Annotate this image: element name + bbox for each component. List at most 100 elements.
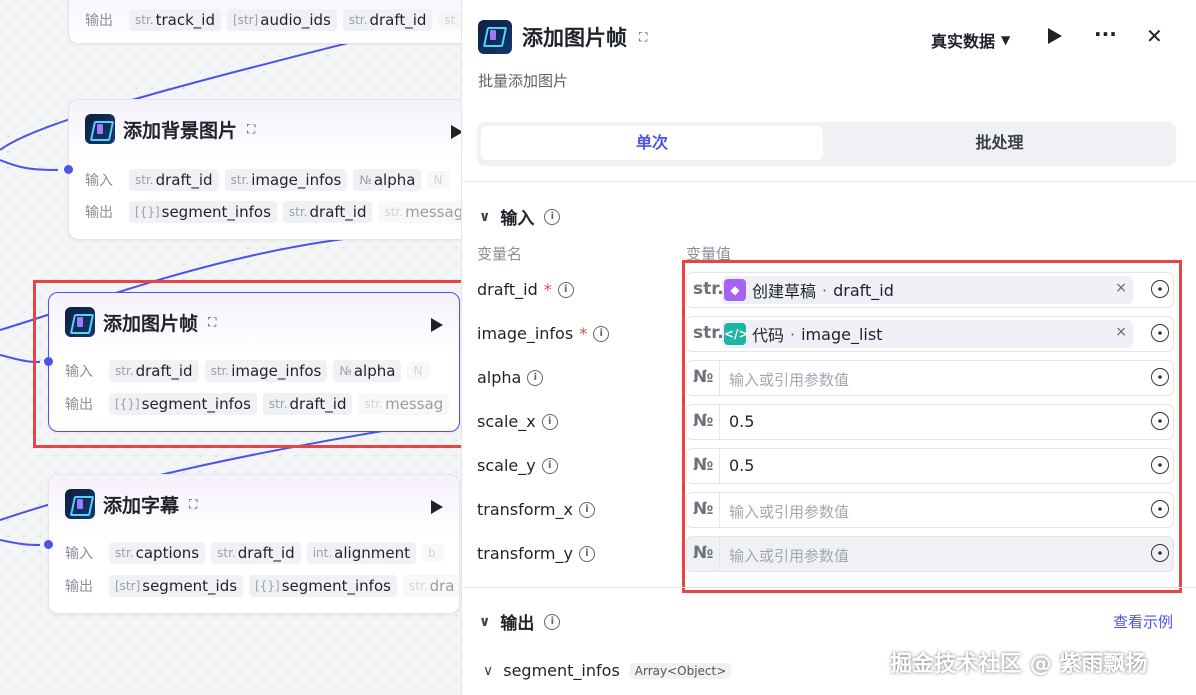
param-field-transform_x[interactable]: № 输入或引用参数值 bbox=[686, 492, 1174, 528]
param-input-placeholder[interactable]: 输入或引用参数值 bbox=[729, 501, 849, 522]
clear-icon[interactable]: × bbox=[1115, 280, 1127, 296]
input-tag: N bbox=[407, 362, 431, 380]
input-tag: int. alignment bbox=[306, 542, 416, 564]
panel-title: 添加图片帧 bbox=[522, 26, 627, 50]
node-previous[interactable]: 输出 str. track_id [str] audio_ids str. draft… bbox=[68, 0, 470, 44]
more-icon[interactable]: ··· bbox=[1094, 22, 1117, 46]
input-tag: № alpha bbox=[333, 360, 402, 382]
debug-icon[interactable]: ⛶ bbox=[247, 122, 255, 137]
input-port[interactable] bbox=[64, 165, 73, 174]
param-label: transform_x i bbox=[477, 500, 595, 519]
param-field-alpha[interactable]: № 输入或引用参数值 bbox=[686, 360, 1174, 396]
param-label: draft_id * i bbox=[477, 280, 574, 299]
tab-batch[interactable]: 批处理 bbox=[827, 126, 1172, 160]
input-section-header[interactable]: ∨ 输入 i bbox=[479, 204, 561, 229]
output-tag: [{}] segment_infos bbox=[129, 201, 277, 223]
param-input-placeholder[interactable]: 输入或引用参数值 bbox=[729, 369, 849, 390]
section-title: 输入 bbox=[500, 209, 535, 229]
param-field-image_infos[interactable]: str. </> 代码 · image_list × bbox=[686, 316, 1174, 352]
input-label: 输入 bbox=[65, 546, 93, 562]
run-icon[interactable] bbox=[431, 318, 443, 332]
output-variable-row[interactable]: ∨ segment_infos Array<Object> bbox=[483, 661, 732, 680]
view-example-link[interactable]: 查看示例 bbox=[1113, 611, 1173, 632]
ref-node-name: 创建草稿 bbox=[752, 282, 817, 301]
input-port[interactable] bbox=[44, 357, 53, 366]
output-tag: str. track_id bbox=[129, 9, 221, 31]
debug-icon[interactable]: ⛶ bbox=[189, 497, 197, 512]
param-input-value[interactable]: 0.5 bbox=[729, 456, 754, 475]
data-mode-dropdown[interactable]: 真实数据 ▼ bbox=[931, 28, 1010, 52]
plugin-logo-icon bbox=[85, 114, 115, 144]
run-icon[interactable] bbox=[431, 500, 443, 514]
divider bbox=[461, 181, 1196, 182]
info-icon[interactable]: i bbox=[578, 501, 595, 518]
panel-description: 批量添加图片 bbox=[478, 72, 569, 90]
reference-variable-icon[interactable] bbox=[1151, 456, 1169, 474]
reference-variable-icon[interactable] bbox=[1151, 368, 1169, 386]
input-tag: str. draft_id bbox=[129, 169, 219, 191]
reference-variable-icon[interactable] bbox=[1151, 324, 1169, 342]
param-field-draft_id[interactable]: str. ◆ 创建草稿 · draft_id × bbox=[686, 272, 1174, 308]
reference-variable-icon[interactable] bbox=[1151, 412, 1169, 430]
info-icon[interactable]: i bbox=[544, 208, 561, 225]
info-icon[interactable]: i bbox=[578, 545, 595, 562]
plugin-logo-icon bbox=[65, 307, 95, 337]
chevron-down-icon: ∨ bbox=[479, 208, 491, 225]
ref-var-name: image_list bbox=[801, 324, 883, 344]
node-title: 添加背景图片 bbox=[123, 119, 238, 142]
run-icon[interactable] bbox=[1048, 28, 1062, 44]
input-label: 输入 bbox=[65, 364, 93, 380]
input-tag: № alpha bbox=[353, 169, 422, 191]
output-tag: [{}] segment_infos bbox=[249, 575, 397, 597]
info-icon[interactable]: i bbox=[527, 369, 544, 386]
input-tag: str. draft_id bbox=[211, 542, 301, 564]
info-icon[interactable]: i bbox=[593, 325, 610, 342]
info-icon[interactable]: i bbox=[544, 613, 561, 630]
column-header-name: 变量名 bbox=[477, 245, 523, 263]
required-mark: * bbox=[579, 324, 588, 343]
param-field-scale_y[interactable]: № 0.5 bbox=[686, 448, 1174, 484]
info-icon[interactable]: i bbox=[541, 413, 558, 430]
output-section-header[interactable]: ∨ 输出 i bbox=[479, 609, 561, 634]
reference-chip[interactable]: </> 代码 · image_list × bbox=[722, 320, 1133, 348]
param-label: transform_y i bbox=[477, 544, 595, 563]
type-label: № bbox=[693, 411, 714, 431]
output-var-name: segment_infos bbox=[503, 661, 620, 680]
output-label: 输出 bbox=[85, 205, 113, 221]
plugin-logo-icon bbox=[65, 489, 95, 519]
param-field-scale_x[interactable]: № 0.5 bbox=[686, 404, 1174, 440]
info-icon[interactable]: i bbox=[557, 281, 574, 298]
output-label: 输出 bbox=[85, 13, 113, 29]
tab-single[interactable]: 单次 bbox=[481, 126, 823, 160]
node-add-image-frame[interactable]: 添加图片帧 ⛶ 输入 str. draft_id str. image_infos … bbox=[48, 292, 460, 432]
output-tag: str. messag bbox=[358, 393, 450, 415]
input-port[interactable] bbox=[44, 540, 53, 549]
debug-icon[interactable]: ⛶ bbox=[208, 315, 216, 330]
chevron-down-icon[interactable]: ∨ bbox=[483, 663, 493, 679]
node-add-captions[interactable]: 添加字幕 ⛶ 输入 str. captions str. draft_id int.… bbox=[48, 474, 460, 614]
node-title: 添加图片帧 bbox=[103, 312, 199, 335]
input-tag: N bbox=[427, 171, 451, 189]
node-add-background-image[interactable]: 添加背景图片 ⛶ 输入 str. draft_id str. image_infos… bbox=[68, 99, 470, 240]
output-tag: str. messag bbox=[378, 201, 469, 223]
info-icon[interactable]: i bbox=[541, 457, 558, 474]
type-label: № bbox=[693, 499, 714, 519]
output-label: 输出 bbox=[65, 397, 93, 413]
reference-variable-icon[interactable] bbox=[1151, 544, 1169, 562]
reference-variable-icon[interactable] bbox=[1151, 280, 1169, 298]
output-tag: [{}] segment_infos bbox=[109, 393, 257, 415]
output-var-type: Array<Object> bbox=[629, 662, 732, 679]
param-input-value[interactable]: 0.5 bbox=[729, 412, 754, 431]
required-mark: * bbox=[543, 280, 552, 299]
reference-variable-icon[interactable] bbox=[1151, 500, 1169, 518]
close-icon[interactable]: ✕ bbox=[1146, 24, 1163, 48]
ref-node-name: 代码 bbox=[752, 326, 785, 345]
param-field-transform_y[interactable]: № 输入或引用参数值 bbox=[686, 536, 1174, 572]
reference-chip[interactable]: ◆ 创建草稿 · draft_id × bbox=[722, 276, 1133, 304]
param-input-placeholder[interactable]: 输入或引用参数值 bbox=[729, 545, 849, 566]
caret-down-icon: ▼ bbox=[1001, 33, 1011, 47]
output-label: 输出 bbox=[65, 579, 93, 595]
clear-icon[interactable]: × bbox=[1115, 324, 1127, 340]
type-label: № bbox=[693, 543, 714, 563]
debug-icon[interactable]: ⛶ bbox=[639, 30, 647, 45]
